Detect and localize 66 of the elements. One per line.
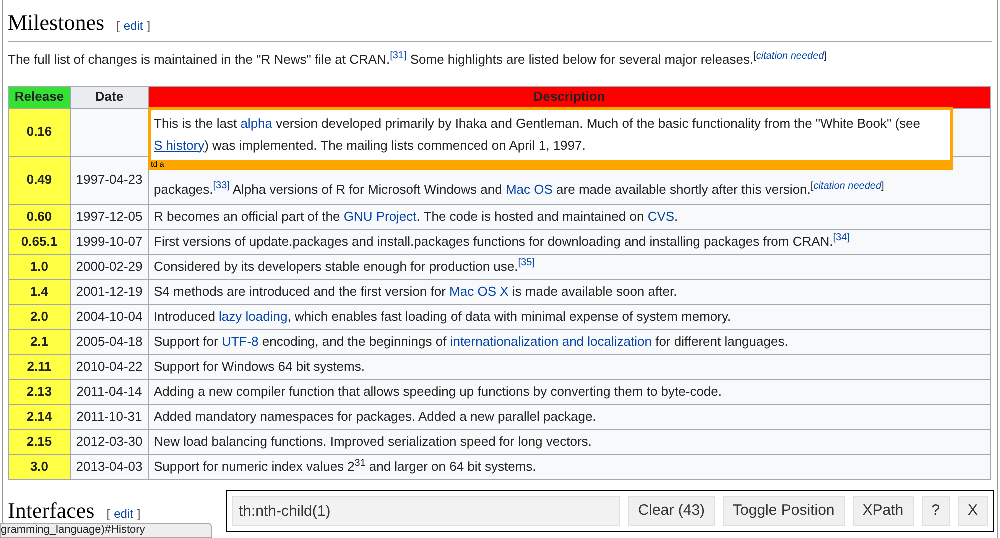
release-cell: 0.49 [8,156,70,204]
release-cell: 2.15 [8,429,70,454]
reference-link[interactable]: [31] [390,50,407,62]
release-cell: 1.4 [8,279,70,304]
release-cell: 2.0 [8,304,70,329]
date-cell: 2012-03-30 [70,429,148,454]
toolbar-button[interactable]: XPath [852,496,914,526]
date-cell: 2001-12-19 [70,279,148,304]
description-text: Support for Windows 64 bit systems. [154,358,366,376]
link[interactable]: lazy loading [219,308,288,324]
release-cell: 2.14 [8,404,70,429]
description-text: First versions of update.packages and install.packages functions for downloading and installing packages from CRAN.$^{[34]}$ [154,231,851,251]
release-cell: 0.16 [8,108,70,156]
toolbar-button[interactable]: Clear (43) [628,496,716,526]
date-cell: 1999-10-07 [70,229,148,254]
release-cell: 2.11 [8,354,70,379]
date-cell: 2005-04-18 [70,329,148,354]
toolbar-button[interactable]: ? [922,496,950,526]
edit-link[interactable]: [ edit ] [116,17,151,35]
release-cell: 0.65.1 [8,229,70,254]
date-cell: 2000-02-29 [70,254,148,279]
status-url: gramming_language)#History [0,523,212,538]
date-cell: 1997-12-05 [70,204,148,229]
description-text: R becomes an official part of the GNU Project. The code is hosted and maintained on CVS. [154,208,680,226]
selector-field[interactable]: th:nth-child(1) [232,496,620,526]
toolbar-button[interactable]: X [958,496,988,526]
reference-link[interactable]: [34] [833,232,850,244]
column-header: Date [70,86,148,108]
date-cell: 2011-04-14 [70,379,148,404]
link[interactable]: GNU Project [344,208,417,224]
section-heading: Milestones [8,9,105,37]
release-cell: 1.0 [8,254,70,279]
release-cell: 0.60 [8,204,70,229]
link[interactable]: CVS [648,208,675,224]
description-text: Introduced lazy loading, which enables fast loading of data with minimal expense of system memory. [154,308,732,326]
date-cell: 2013-04-03 [70,454,148,479]
release-cell: 2.13 [8,379,70,404]
description-text: Added mandatory namespaces for packages. Added a new parallel package. [154,408,598,426]
citation-needed-link[interactable]: [citation needed] [754,51,827,62]
description-text: This is the last alpha version developed primarily by Ihaka and Gentleman. Much of the basic functionality from the "White Book" (see S history) was implemented. The mailing lists commenced on April 1, 1997. [154,114,922,155]
citation-needed-link[interactable]: [citation needed] [810,181,884,192]
link[interactable]: internationalization and localization [450,334,652,348]
link[interactable]: Mac OS [506,182,553,197]
link[interactable]: UTF-8 [222,334,259,348]
release-cell: 3.0 [8,454,70,479]
link[interactable]: alpha [240,116,273,130]
inspector-label: td a [151,160,166,170]
date-cell: 2004-10-04 [70,304,148,329]
section-heading: Interfaces [8,496,95,524]
description-text: Support for UTF-8 encoding, and the beginnings of internationalization and localization for different languages. [154,332,790,351]
description-text: Adding a new compiler function that allows speeding up functions by converting them to byte-code. [154,382,724,401]
column-header: Description [148,86,990,108]
date-cell: 2010-04-22 [70,354,148,379]
description-text: New load balancing functions. Improved serialization speed for long vectors. [154,432,593,451]
description-text: Support for numeric index values 2$^{31}$ and larger on 64 bit systems. [154,456,538,476]
link[interactable]: Mac OS X [450,284,509,298]
column-header: Release [8,86,70,108]
description-text: Considered by its developers stable enough for production use.$^{[35]}$ [154,256,536,276]
edit-link[interactable]: [ edit ] [106,504,141,522]
toolbar-button[interactable]: Toggle Position [723,496,845,526]
reference-link[interactable]: [35] [518,257,535,268]
link[interactable]: S history [154,138,205,152]
date-cell: 2011-10-31 [70,404,148,429]
release-cell: 2.1 [8,329,70,354]
description-text: S4 methods are introduced and the first version for Mac OS X is made available soon after. [154,282,678,300]
reference-link[interactable]: [33] [213,180,230,192]
